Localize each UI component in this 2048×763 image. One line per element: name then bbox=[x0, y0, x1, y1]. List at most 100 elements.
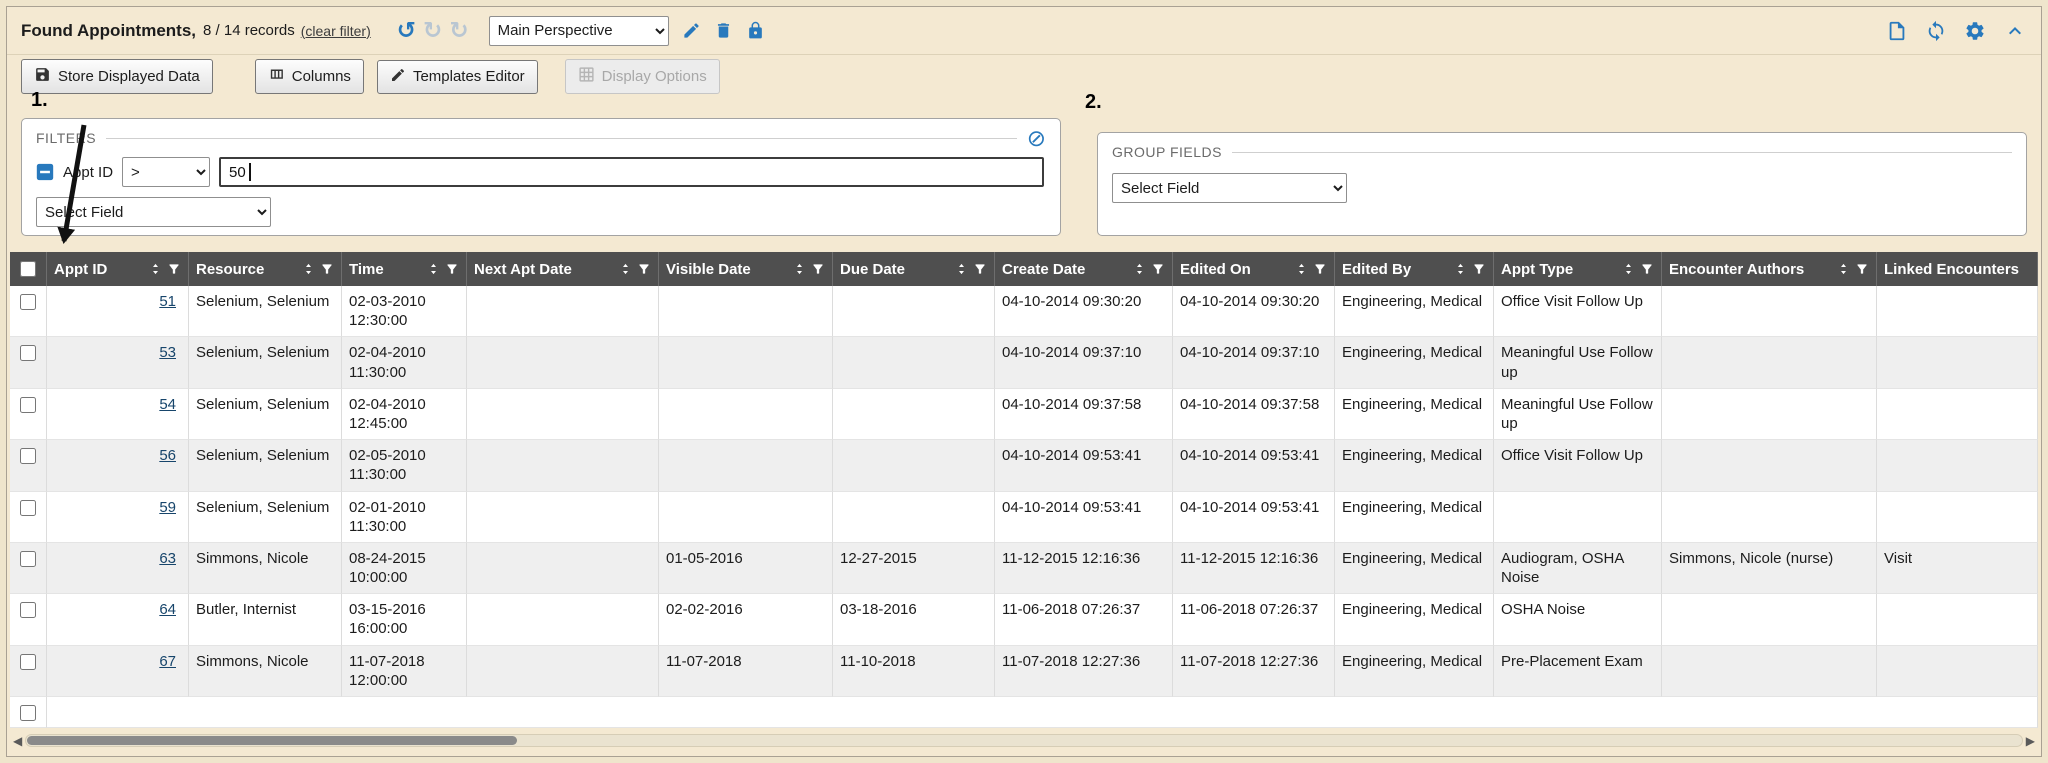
sort-icon[interactable] bbox=[1133, 261, 1146, 277]
annotation-marker-2: 2. bbox=[1085, 91, 1102, 114]
row-checkbox[interactable] bbox=[20, 602, 36, 618]
appt-id-link[interactable]: 63 bbox=[159, 550, 176, 567]
column-header-encounter-authors[interactable]: Encounter Authors bbox=[1662, 252, 1877, 286]
cell-appt-type: Office Visit Follow Up bbox=[1494, 286, 1662, 337]
row-checkbox[interactable] bbox=[20, 397, 36, 413]
cell-edited-by: Engineering, Medical bbox=[1335, 646, 1494, 697]
column-filter-icon[interactable] bbox=[637, 262, 651, 276]
undo-icon[interactable]: ↺ bbox=[397, 19, 416, 42]
column-header-appt-type[interactable]: Appt Type bbox=[1494, 252, 1662, 286]
add-filter-field-select[interactable]: Select Field bbox=[36, 197, 271, 227]
appt-id-link[interactable]: 53 bbox=[159, 344, 176, 361]
lock-icon[interactable] bbox=[746, 21, 765, 40]
sort-icon[interactable] bbox=[149, 261, 162, 277]
columns-button[interactable]: Columns bbox=[255, 59, 364, 94]
cell-time: 02-01-2010 11:30:00 bbox=[342, 492, 467, 543]
cell-edited-on: 04-10-2014 09:53:41 bbox=[1173, 492, 1335, 543]
filter-value-input[interactable] bbox=[219, 157, 1044, 187]
cell-time: 02-04-2010 11:30:00 bbox=[342, 337, 467, 388]
sort-icon[interactable] bbox=[619, 261, 632, 277]
refresh-icon[interactable] bbox=[1925, 20, 1947, 42]
sort-icon[interactable] bbox=[302, 261, 315, 277]
column-filter-icon[interactable] bbox=[1313, 262, 1327, 276]
row-select-cell bbox=[10, 440, 47, 491]
column-filter-icon[interactable] bbox=[811, 262, 825, 276]
sort-icon[interactable] bbox=[427, 261, 440, 277]
cell-linked-encounters bbox=[1877, 492, 2038, 543]
cell-linked-encounters bbox=[1877, 646, 2038, 697]
templates-editor-button[interactable]: Templates Editor bbox=[377, 60, 538, 94]
new-document-icon[interactable] bbox=[1886, 20, 1908, 42]
cell-due-date bbox=[833, 389, 995, 440]
edit-perspective-icon[interactable] bbox=[682, 21, 701, 40]
cell-encounter-authors bbox=[1662, 440, 1877, 491]
group-field-select[interactable]: Select Field bbox=[1112, 173, 1347, 203]
row-select-cell bbox=[10, 492, 47, 543]
column-header-visible-date[interactable]: Visible Date bbox=[659, 252, 833, 286]
column-header-create-date[interactable]: Create Date bbox=[995, 252, 1173, 286]
redo-all-icon[interactable]: ↻ bbox=[449, 19, 468, 42]
appt-id-link[interactable]: 67 bbox=[159, 653, 176, 670]
perspective-select[interactable]: Main Perspective bbox=[489, 16, 669, 46]
appt-id-link[interactable]: 54 bbox=[159, 396, 176, 413]
cell-appt-type: OSHA Noise bbox=[1494, 594, 1662, 645]
scrollbar-track[interactable] bbox=[25, 734, 2023, 747]
cell-appt-type: Pre-Placement Exam bbox=[1494, 646, 1662, 697]
cell-resource: Butler, Internist bbox=[189, 594, 342, 645]
sort-icon[interactable] bbox=[1454, 261, 1467, 277]
sort-icon[interactable] bbox=[1295, 261, 1308, 277]
column-header-time[interactable]: Time bbox=[342, 252, 467, 286]
column-header-resource[interactable]: Resource bbox=[189, 252, 342, 286]
column-filter-icon[interactable] bbox=[973, 262, 987, 276]
column-label: Appt ID bbox=[54, 261, 144, 278]
scrollbar-thumb[interactable] bbox=[27, 736, 517, 745]
column-header-due-date[interactable]: Due Date bbox=[833, 252, 995, 286]
appt-id-cell: 56 bbox=[47, 440, 189, 491]
remove-filter-icon[interactable] bbox=[36, 163, 54, 181]
column-header-edited-on[interactable]: Edited On bbox=[1173, 252, 1335, 286]
sort-icon[interactable] bbox=[955, 261, 968, 277]
row-checkbox[interactable] bbox=[20, 345, 36, 361]
column-filter-icon[interactable] bbox=[1640, 262, 1654, 276]
sort-icon[interactable] bbox=[793, 261, 806, 277]
sort-icon[interactable] bbox=[1837, 261, 1850, 277]
clear-filter-link[interactable]: (clear filter) bbox=[301, 23, 371, 39]
cell-resource: Simmons, Nicole bbox=[189, 543, 342, 594]
sort-icon[interactable] bbox=[1622, 261, 1635, 277]
store-displayed-data-button[interactable]: Store Displayed Data bbox=[21, 59, 213, 94]
column-filter-icon[interactable] bbox=[1472, 262, 1486, 276]
appt-id-cell: 64 bbox=[47, 594, 189, 645]
clear-all-filters-icon[interactable]: ⊘ bbox=[1027, 127, 1046, 150]
column-header-next-apt-date[interactable]: Next Apt Date bbox=[467, 252, 659, 286]
column-filter-icon[interactable] bbox=[167, 262, 181, 276]
column-header-edited-by[interactable]: Edited By bbox=[1335, 252, 1494, 286]
row-checkbox[interactable] bbox=[20, 500, 36, 516]
redo-icon[interactable]: ↻ bbox=[423, 19, 442, 42]
cell-time: 02-03-2010 12:30:00 bbox=[342, 286, 467, 337]
row-checkbox[interactable] bbox=[20, 705, 36, 721]
column-filter-icon[interactable] bbox=[1855, 262, 1869, 276]
scroll-left-arrow[interactable]: ◀ bbox=[13, 735, 22, 747]
appt-id-link[interactable]: 59 bbox=[159, 499, 176, 516]
appt-id-link[interactable]: 56 bbox=[159, 447, 176, 464]
column-filter-icon[interactable] bbox=[1151, 262, 1165, 276]
row-checkbox[interactable] bbox=[20, 448, 36, 464]
column-filter-icon[interactable] bbox=[445, 262, 459, 276]
appt-id-link[interactable]: 51 bbox=[159, 293, 176, 310]
appt-id-link[interactable]: 64 bbox=[159, 601, 176, 618]
cell-visible-date: 02-02-2016 bbox=[659, 594, 833, 645]
delete-perspective-icon[interactable] bbox=[714, 21, 733, 40]
scroll-right-arrow[interactable]: ▶ bbox=[2026, 735, 2035, 747]
row-checkbox[interactable] bbox=[20, 551, 36, 567]
settings-gear-icon[interactable] bbox=[1964, 20, 1986, 42]
column-header-linked-encounters[interactable]: Linked Encounters bbox=[1877, 252, 2038, 286]
column-filter-icon[interactable] bbox=[320, 262, 334, 276]
column-header-appt-id[interactable]: Appt ID bbox=[47, 252, 189, 286]
collapse-chevron-icon[interactable] bbox=[2003, 19, 2027, 43]
select-all-checkbox[interactable] bbox=[20, 261, 36, 277]
row-checkbox[interactable] bbox=[20, 654, 36, 670]
row-checkbox[interactable] bbox=[20, 294, 36, 310]
cell-visible-date bbox=[659, 492, 833, 543]
filter-operator-select[interactable]: > bbox=[122, 157, 210, 187]
group-fields-panel: GROUP FIELDS Select Field bbox=[1097, 132, 2027, 236]
